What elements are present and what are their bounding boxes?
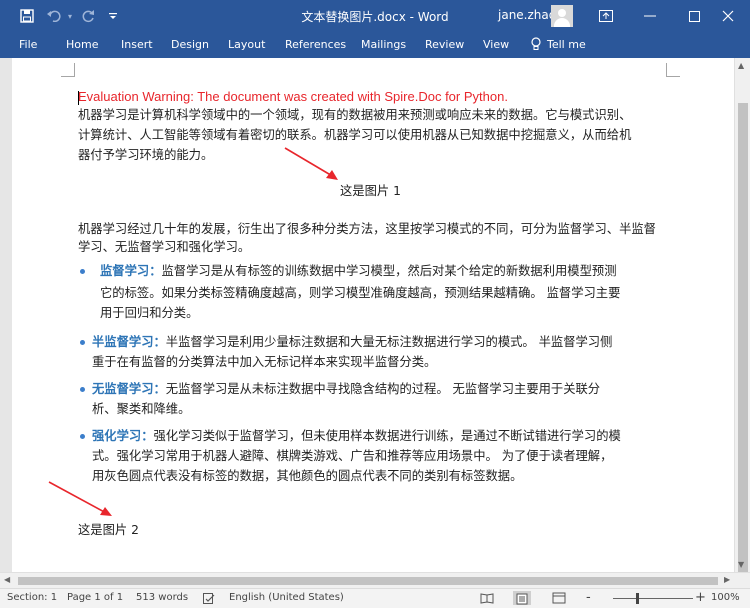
scroll-down-icon[interactable]: ▼ — [738, 560, 744, 569]
list-item-line: 强化学习类似于监督学习，但未使用样本数据进行训练，是通过不断试错进行学习的模 — [153, 429, 621, 443]
read-mode-icon[interactable] — [480, 592, 494, 604]
vertical-scrollbar[interactable]: ▲ ▼ — [734, 58, 750, 583]
save-icon[interactable] — [18, 7, 36, 25]
undo-dropdown-icon[interactable]: ▾ — [65, 7, 75, 25]
paragraph-line: 学习、无监督学习和强化学习。 — [78, 240, 251, 254]
list-item-line: 析、聚类和降维。 — [92, 402, 191, 416]
word-count[interactable]: 513 words — [136, 592, 188, 603]
zoom-out-button[interactable]: - — [586, 590, 591, 605]
language-indicator[interactable]: English (United States) — [229, 592, 344, 603]
list-item: 半监督学习：半监督学习是利用少量标注数据和大量无标注数据进行学习的模式。 半监督… — [92, 332, 612, 353]
status-bar: Section: 1 Page 1 of 1 513 words English… — [0, 588, 750, 608]
zoom-level[interactable]: 100% — [711, 592, 740, 603]
zoom-slider[interactable] — [613, 598, 693, 599]
paragraph-line: 计算统计、人工智能等领域有着密切的联系。机器学习可以使用机器从已知数据中挖掘意义… — [78, 128, 632, 142]
bullet-icon — [80, 269, 85, 274]
list-term: 半监督学习： — [92, 335, 166, 349]
list-item-line: 式。强化学习常用于机器人避障、棋牌类游戏、广告和推荐等应用场景中。 为了便于读者… — [92, 449, 613, 463]
document-page[interactable]: Evaluation Warning: The document was cre… — [12, 58, 734, 572]
customize-toolbar-icon[interactable] — [108, 7, 118, 25]
red-arrow — [48, 481, 112, 516]
list-term: 监督学习： — [100, 264, 162, 278]
tab-references[interactable]: References — [285, 38, 346, 51]
bullet-icon — [80, 434, 85, 439]
paragraph-line: 器付予学习环境的能力。 — [78, 148, 214, 162]
tab-view[interactable]: View — [483, 38, 509, 51]
print-layout-icon[interactable] — [513, 591, 531, 605]
zoom-in-button[interactable]: + — [695, 590, 706, 605]
red-arrow — [284, 147, 338, 180]
tab-home[interactable]: Home — [66, 38, 98, 51]
image-placeholder-text: 这是图片 2 — [78, 523, 139, 537]
undo-icon[interactable] — [46, 7, 62, 25]
list-item: 监督学习：监督学习是从有标签的训练数据中学习模型，然后对某个给定的新数据利用模型… — [100, 261, 617, 282]
tab-design[interactable]: Design — [171, 38, 209, 51]
tab-layout[interactable]: Layout — [228, 38, 265, 51]
title-bar: ▾ 文本替换图片.docx - Word jane.zhao — [0, 0, 750, 32]
list-item-line: 半监督学习是利用少量标注数据和大量无标注数据进行学习的模式。 半监督学习侧 — [165, 335, 613, 349]
scroll-left-icon[interactable]: ◀ — [4, 575, 10, 584]
list-term: 无监督学习： — [92, 382, 166, 396]
tab-review[interactable]: Review — [425, 38, 464, 51]
tab-mailings[interactable]: Mailings — [361, 38, 406, 51]
web-layout-icon[interactable] — [552, 592, 566, 604]
list-item-line: 它的标签。如果分类标签精确度越高，则学习模型准确度越高，预测结果越精确。 监督学… — [100, 286, 621, 300]
lightbulb-icon — [531, 37, 541, 50]
list-item: 强化学习：强化学习类似于监督学习，但未使用样本数据进行训练，是通过不断试错进行学… — [92, 426, 621, 447]
close-icon[interactable] — [706, 0, 750, 32]
list-item: 无监督学习：无监督学习是从未标注数据中寻找隐含结构的过程。 无监督学习主要用于关… — [92, 379, 600, 400]
tab-file[interactable]: File — [19, 38, 37, 51]
list-term: 强化学习： — [92, 429, 154, 443]
list-item-line: 监督学习是从有标签的训练数据中学习模型，然后对某个给定的新数据利用模型预测 — [161, 264, 617, 278]
list-item-line: 重于在有监督的分类算法中加入无标记样本来实现半监督分类。 — [92, 355, 437, 369]
tab-insert[interactable]: Insert — [121, 38, 153, 51]
page-count[interactable]: Page 1 of 1 — [67, 592, 123, 603]
proofing-icon[interactable] — [203, 593, 215, 604]
scroll-right-icon[interactable]: ▶ — [724, 575, 730, 584]
bullet-icon — [80, 340, 85, 345]
scroll-thumb[interactable] — [18, 577, 718, 585]
scroll-thumb[interactable] — [738, 103, 748, 583]
paragraph-line: 机器学习是计算机科学领域中的一个领域，现有的数据被用来预测或响应未来的数据。它与… — [78, 108, 632, 122]
margin-marker — [61, 63, 75, 77]
avatar[interactable] — [551, 5, 573, 27]
tell-me-search[interactable]: Tell me — [531, 37, 586, 51]
margin-marker — [666, 63, 680, 77]
horizontal-scrollbar[interactable]: ◀ ▶ — [0, 572, 750, 588]
scroll-up-icon[interactable]: ▲ — [738, 61, 744, 70]
ribbon-tabs: File Home Insert Design Layout Reference… — [0, 32, 750, 58]
list-item-line: 无监督学习是从未标注数据中寻找隐含结构的过程。 无监督学习主要用于关联分 — [165, 382, 601, 396]
ribbon-display-options-icon[interactable] — [584, 0, 628, 32]
list-item-line: 用灰色圆点代表没有标签的数据，其他颜色的圆点代表不同的类别有标签数据。 — [92, 469, 523, 483]
list-item-line: 用于回归和分类。 — [100, 306, 199, 320]
minimize-icon[interactable] — [628, 0, 672, 32]
redo-icon[interactable] — [80, 7, 96, 25]
image-placeholder-text: 这是图片 1 — [340, 184, 401, 198]
tell-me-label: Tell me — [547, 37, 586, 51]
user-name[interactable]: jane.zhao — [498, 8, 556, 22]
zoom-slider-handle[interactable] — [636, 593, 639, 604]
section-indicator[interactable]: Section: 1 — [7, 592, 57, 603]
document-area[interactable]: Evaluation Warning: The document was cre… — [0, 58, 750, 572]
bullet-icon — [80, 387, 85, 392]
